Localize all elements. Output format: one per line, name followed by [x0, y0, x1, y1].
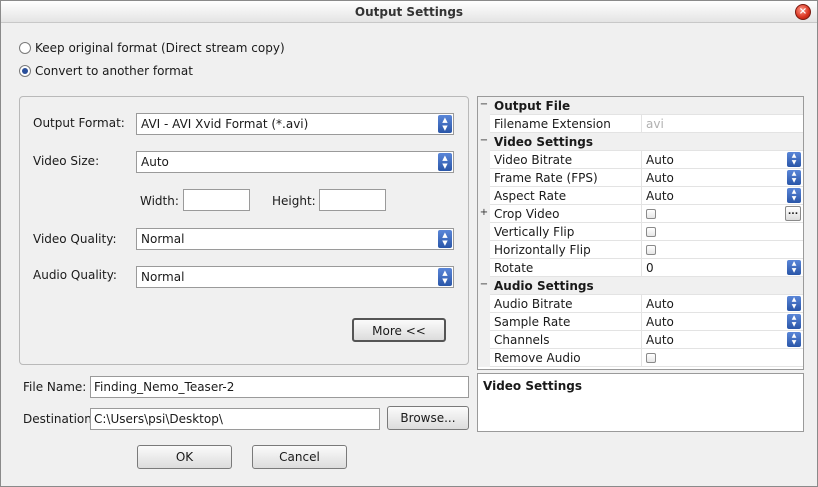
expand-icon[interactable]: +	[478, 205, 490, 223]
audio-quality-label: Audio Quality:	[33, 268, 117, 282]
prop-label: Video Bitrate	[494, 153, 573, 167]
close-icon[interactable]: ×	[795, 4, 811, 20]
video-quality-value: Normal	[141, 232, 185, 246]
convert-format-option[interactable]: Convert to another format	[19, 64, 193, 78]
prop-value: Auto	[646, 189, 674, 203]
prop-value: Auto	[646, 153, 674, 167]
prop-value: Auto	[646, 315, 674, 329]
spin-arrows-icon: ▲ ▼	[438, 153, 452, 171]
output-format-value: AVI - AVI Xvid Format (*.avi)	[141, 117, 309, 131]
collapse-icon[interactable]: −	[478, 277, 490, 295]
cancel-button[interactable]: Cancel	[252, 445, 347, 469]
prop-label: Frame Rate (FPS)	[494, 171, 598, 185]
prop-label: Remove Audio	[494, 351, 581, 365]
height-input[interactable]	[319, 189, 386, 211]
horizontally-flip-checkbox[interactable]	[646, 245, 656, 255]
vertically-flip-checkbox[interactable]	[646, 227, 656, 237]
spin-arrows-icon[interactable]: ▲ ▼	[787, 170, 801, 185]
prop-value: 0	[646, 261, 654, 275]
prop-label: Horizontally Flip	[494, 243, 591, 257]
category-label: Output File	[494, 99, 571, 113]
prop-sample-rate[interactable]: Sample Rate Auto ▲ ▼	[478, 313, 803, 331]
title-bar: Output Settings ×	[1, 1, 817, 23]
destination-input[interactable]: C:\Users\psi\Desktop\	[90, 408, 380, 430]
spin-arrows-icon: ▲ ▼	[438, 268, 452, 286]
video-size-label: Video Size:	[33, 154, 100, 168]
category-output-file[interactable]: − Output File	[478, 97, 803, 115]
height-label: Height:	[272, 194, 316, 208]
prop-aspect-rate[interactable]: Aspect Rate Auto ▲ ▼	[478, 187, 803, 205]
crop-video-checkbox[interactable]	[646, 209, 656, 219]
prop-vertically-flip[interactable]: Vertically Flip	[478, 223, 803, 241]
prop-horizontally-flip[interactable]: Horizontally Flip	[478, 241, 803, 259]
prop-channels[interactable]: Channels Auto ▲ ▼	[478, 331, 803, 349]
browse-button[interactable]: Browse...	[387, 406, 469, 430]
file-name-label: File Name:	[23, 380, 87, 394]
prop-label: Aspect Rate	[494, 189, 567, 203]
convert-format-radio[interactable]	[19, 65, 31, 77]
prop-remove-audio[interactable]: Remove Audio	[478, 349, 803, 367]
spin-arrows-icon: ▲ ▼	[438, 230, 452, 248]
description-title: Video Settings	[483, 379, 582, 393]
category-video-settings[interactable]: − Video Settings	[478, 133, 803, 151]
category-label: Video Settings	[494, 135, 593, 149]
spin-arrows-icon[interactable]: ▲ ▼	[787, 332, 801, 347]
spin-arrows-icon[interactable]: ▲ ▼	[787, 296, 801, 311]
property-description-panel: Video Settings	[477, 373, 804, 432]
spin-arrows-icon[interactable]: ▲ ▼	[787, 314, 801, 329]
prop-label: Crop Video	[494, 207, 560, 221]
video-size-select[interactable]: Auto ▲ ▼	[136, 151, 454, 173]
property-grid: − Output File Filename Extension avi − V…	[477, 96, 804, 370]
prop-label: Rotate	[494, 261, 534, 275]
spin-arrows-icon[interactable]: ▲ ▼	[787, 188, 801, 203]
prop-rotate[interactable]: Rotate 0 ▲ ▼	[478, 259, 803, 277]
destination-label: Destination:	[23, 412, 96, 426]
spin-arrows-icon[interactable]: ▲ ▼	[787, 152, 801, 167]
prop-label: Filename Extension	[494, 117, 611, 131]
prop-label: Sample Rate	[494, 315, 571, 329]
collapse-icon[interactable]: −	[478, 97, 490, 115]
audio-quality-value: Normal	[141, 270, 185, 284]
prop-label: Audio Bitrate	[494, 297, 573, 311]
spin-arrows-icon: ▲ ▼	[438, 115, 452, 133]
format-settings-group: Output Format: AVI - AVI Xvid Format (*.…	[19, 96, 469, 365]
keep-original-option[interactable]: Keep original format (Direct stream copy…	[19, 41, 285, 55]
prop-frame-rate[interactable]: Frame Rate (FPS) Auto ▲ ▼	[478, 169, 803, 187]
prop-value: Auto	[646, 333, 674, 347]
category-audio-settings[interactable]: − Audio Settings	[478, 277, 803, 295]
audio-quality-select[interactable]: Normal ▲ ▼	[136, 266, 454, 288]
prop-value: avi	[646, 117, 664, 131]
width-input[interactable]	[183, 189, 250, 211]
keep-original-label: Keep original format (Direct stream copy…	[35, 41, 285, 55]
video-quality-label: Video Quality:	[33, 232, 117, 246]
video-size-value: Auto	[141, 155, 169, 169]
output-format-select[interactable]: AVI - AVI Xvid Format (*.avi) ▲ ▼	[136, 113, 454, 135]
convert-format-label: Convert to another format	[35, 64, 193, 78]
prop-crop-video[interactable]: + Crop Video ...	[478, 205, 803, 223]
prop-filename-extension[interactable]: Filename Extension avi	[478, 115, 803, 133]
prop-value: Auto	[646, 171, 674, 185]
file-name-input[interactable]: Finding_Nemo_Teaser-2	[90, 376, 469, 398]
width-label: Width:	[140, 194, 179, 208]
window-title: Output Settings	[354, 5, 464, 19]
spin-arrows-icon[interactable]: ▲ ▼	[787, 260, 801, 275]
ellipsis-button[interactable]: ...	[785, 206, 801, 221]
collapse-icon[interactable]: −	[478, 133, 490, 151]
more-button[interactable]: More <<	[352, 318, 446, 342]
category-label: Audio Settings	[494, 279, 594, 293]
prop-value: Auto	[646, 297, 674, 311]
prop-video-bitrate[interactable]: Video Bitrate Auto ▲ ▼	[478, 151, 803, 169]
output-settings-dialog: Output Settings × Keep original format (…	[0, 0, 818, 487]
output-format-label: Output Format:	[33, 116, 125, 130]
keep-original-radio[interactable]	[19, 42, 31, 54]
prop-audio-bitrate[interactable]: Audio Bitrate Auto ▲ ▼	[478, 295, 803, 313]
ok-button[interactable]: OK	[137, 445, 232, 469]
video-quality-select[interactable]: Normal ▲ ▼	[136, 228, 454, 250]
prop-label: Channels	[494, 333, 550, 347]
remove-audio-checkbox[interactable]	[646, 353, 656, 363]
prop-label: Vertically Flip	[494, 225, 575, 239]
